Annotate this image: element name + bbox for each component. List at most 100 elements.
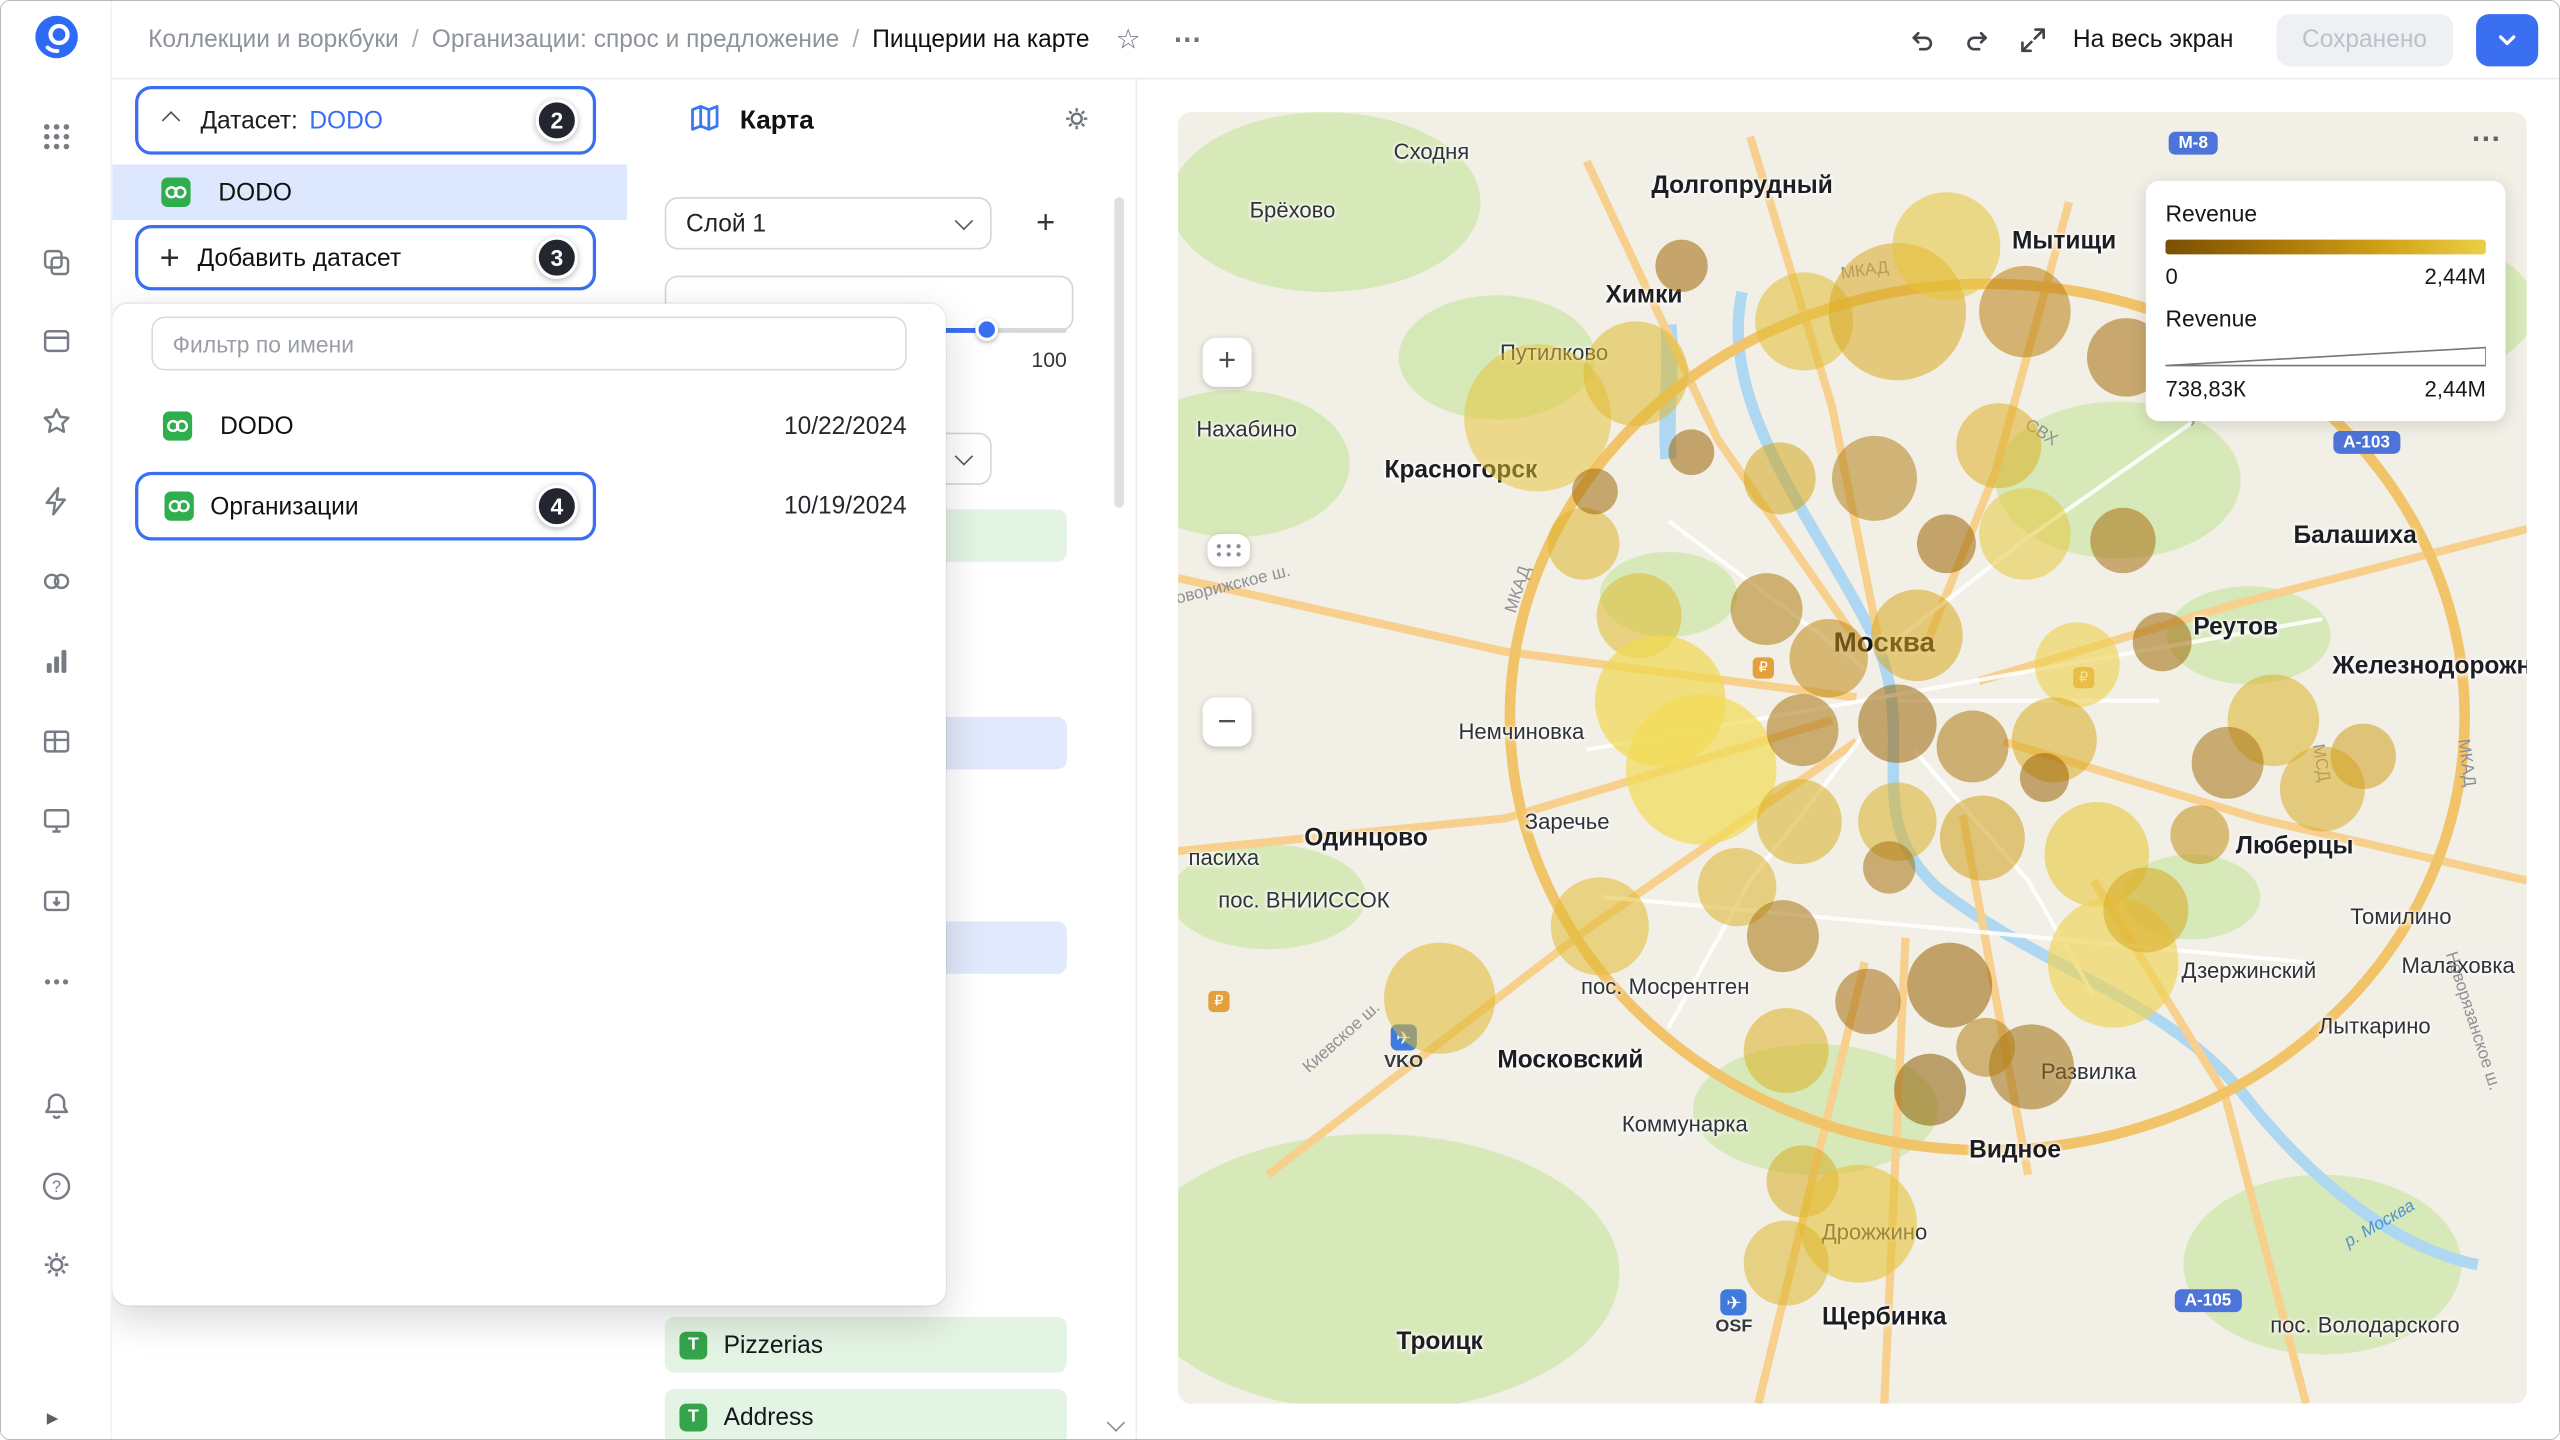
dropdown-item-dodo[interactable]: DODO 10/22/2024: [112, 397, 946, 456]
charts-icon[interactable]: [37, 642, 76, 681]
revenue-bubble[interactable]: [1937, 711, 2009, 783]
revenue-bubble[interactable]: [2192, 727, 2264, 799]
sidebar-collapse-icon[interactable]: ▸: [47, 1404, 58, 1432]
legend-color-title: Revenue: [2165, 200, 2485, 226]
revenue-bubble[interactable]: [1583, 321, 1688, 426]
revenue-bubble[interactable]: [1892, 192, 2000, 300]
revenue-bubble[interactable]: [1744, 1008, 1829, 1093]
fullscreen-label[interactable]: На весь экран: [2073, 26, 2233, 54]
datasets-icon[interactable]: [37, 562, 76, 601]
revenue-bubble[interactable]: [1894, 1054, 1966, 1126]
more-icon[interactable]: [37, 962, 76, 1001]
save-dropdown-button[interactable]: [2476, 13, 2538, 65]
slider-thumb[interactable]: [975, 318, 998, 341]
revenue-bubble[interactable]: [1979, 488, 2071, 580]
field-chip-pizzerias[interactable]: T Pizzerias: [665, 1317, 1067, 1373]
chevron-down-icon: [2494, 26, 2520, 52]
dropdown-item-organizations[interactable]: Организации 4: [135, 472, 596, 541]
page-more-menu-icon[interactable]: ⋯: [1173, 23, 1204, 56]
revenue-bubble[interactable]: [1907, 943, 1992, 1028]
revenue-bubble[interactable]: [1871, 590, 1963, 682]
panel-scrollbar[interactable]: [1114, 197, 1124, 508]
add-dataset-button[interactable]: + Добавить датасет 3: [135, 225, 596, 290]
revenue-bubble[interactable]: [2103, 867, 2188, 952]
chart-settings-gear-icon[interactable]: [1062, 104, 1091, 133]
revenue-bubble[interactable]: [2331, 724, 2396, 789]
ruler-tool-button[interactable]: [1207, 534, 1250, 567]
revenue-bubble[interactable]: [1668, 429, 1714, 475]
revenue-bubble[interactable]: [2020, 753, 2069, 802]
notifications-bell-icon[interactable]: [37, 1087, 76, 1126]
revenue-bubble[interactable]: [2170, 805, 2229, 864]
revenue-bubble[interactable]: [1832, 436, 1917, 521]
help-icon[interactable]: ?: [37, 1167, 76, 1206]
quick-charts-icon[interactable]: [37, 482, 76, 521]
step-badge-3: 3: [536, 236, 579, 279]
field-chip-address[interactable]: T Address: [665, 1389, 1067, 1440]
revenue-bubble[interactable]: [1835, 969, 1900, 1034]
map-more-menu-icon[interactable]: ⋯: [2471, 122, 2504, 156]
chevron-down-icon: [955, 447, 973, 465]
breadcrumb-workbook[interactable]: Организации: спрос и предложение: [432, 26, 840, 54]
dropdown-item-label: Организации: [210, 492, 358, 520]
field-chip-label: Address: [724, 1403, 814, 1431]
content: Датасет: DODO 2 DODO + Добавить датасет …: [112, 79, 2560, 1440]
layer-select[interactable]: Слой 1: [665, 197, 992, 249]
undo-icon[interactable]: [1906, 23, 1939, 56]
step-badge-4: 4: [536, 485, 579, 528]
revenue-bubble[interactable]: [1757, 779, 1842, 864]
zoom-out-button[interactable]: −: [1203, 697, 1252, 746]
revenue-bubble[interactable]: [2035, 622, 2120, 707]
datalens-logo[interactable]: [34, 14, 80, 60]
sidebar: ? ▸: [1, 1, 112, 1440]
breadcrumb-separator: /: [412, 26, 419, 54]
add-layer-button[interactable]: +: [1018, 197, 1074, 249]
revenue-bubble[interactable]: [1744, 1221, 1829, 1306]
dataset-filter-input[interactable]: [151, 317, 906, 371]
revenue-bubble[interactable]: [1747, 900, 1819, 972]
revenue-bubble[interactable]: [1384, 943, 1495, 1054]
collections-icon[interactable]: [37, 243, 76, 282]
revenue-bubble[interactable]: [1655, 240, 1707, 292]
apps-grid-icon[interactable]: [37, 117, 76, 156]
settings-gear-icon[interactable]: [37, 1245, 76, 1284]
storage-icon[interactable]: [37, 881, 76, 920]
revenue-bubble[interactable]: [2133, 612, 2192, 671]
revenue-bubble[interactable]: [1548, 508, 1620, 580]
redo-icon[interactable]: [1962, 23, 1995, 56]
revenue-bubble[interactable]: [1863, 841, 1915, 893]
dropdown-item-date: 10/19/2024: [784, 492, 907, 520]
saved-button[interactable]: Сохранено: [2276, 13, 2453, 65]
revenue-bubble[interactable]: [1626, 694, 1776, 844]
workbooks-icon[interactable]: [37, 321, 76, 360]
layer-select-value: Слой 1: [686, 209, 766, 237]
slider-value: 100: [1018, 348, 1067, 373]
zoom-in-button[interactable]: +: [1203, 338, 1252, 387]
scroll-down-chevron-icon[interactable]: [1109, 1410, 1122, 1439]
revenue-bubble[interactable]: [1767, 694, 1839, 766]
revenue-bubble[interactable]: [1858, 684, 1936, 762]
revenue-bubble[interactable]: [1917, 514, 1976, 573]
dataset-icon: [164, 491, 193, 520]
map-canvas[interactable]: СходняДолгопрудныйБрёховоМытищиХимкиПути…: [1178, 112, 2527, 1403]
tables-icon[interactable]: [37, 722, 76, 761]
revenue-bubble[interactable]: [1744, 442, 1816, 514]
revenue-bubble[interactable]: [1789, 619, 1867, 697]
breadcrumb-collections[interactable]: Коллекции и воркбуки: [148, 26, 399, 54]
dashboards-icon[interactable]: [37, 800, 76, 839]
revenue-bubble[interactable]: [1731, 573, 1803, 645]
revenue-bubble[interactable]: [1956, 403, 2041, 488]
favorites-star-icon[interactable]: [37, 402, 76, 441]
revenue-bubble[interactable]: [1940, 796, 2025, 881]
fullscreen-icon[interactable]: [2017, 23, 2050, 56]
revenue-bubble[interactable]: [2090, 508, 2155, 573]
add-dataset-label: Добавить датасет: [198, 244, 402, 272]
dataset-item-dodo[interactable]: DODO: [112, 164, 627, 220]
revenue-bubble[interactable]: [1551, 877, 1649, 975]
dataset-header[interactable]: Датасет: DODO 2: [135, 86, 596, 155]
breadcrumb: Коллекции и воркбуки / Организации: спро…: [148, 23, 1204, 56]
revenue-bubble[interactable]: [1956, 1018, 2015, 1077]
favorite-star-icon[interactable]: ☆: [1116, 23, 1141, 56]
revenue-bubble[interactable]: [1979, 266, 2071, 358]
revenue-bubble[interactable]: [1572, 469, 1618, 515]
